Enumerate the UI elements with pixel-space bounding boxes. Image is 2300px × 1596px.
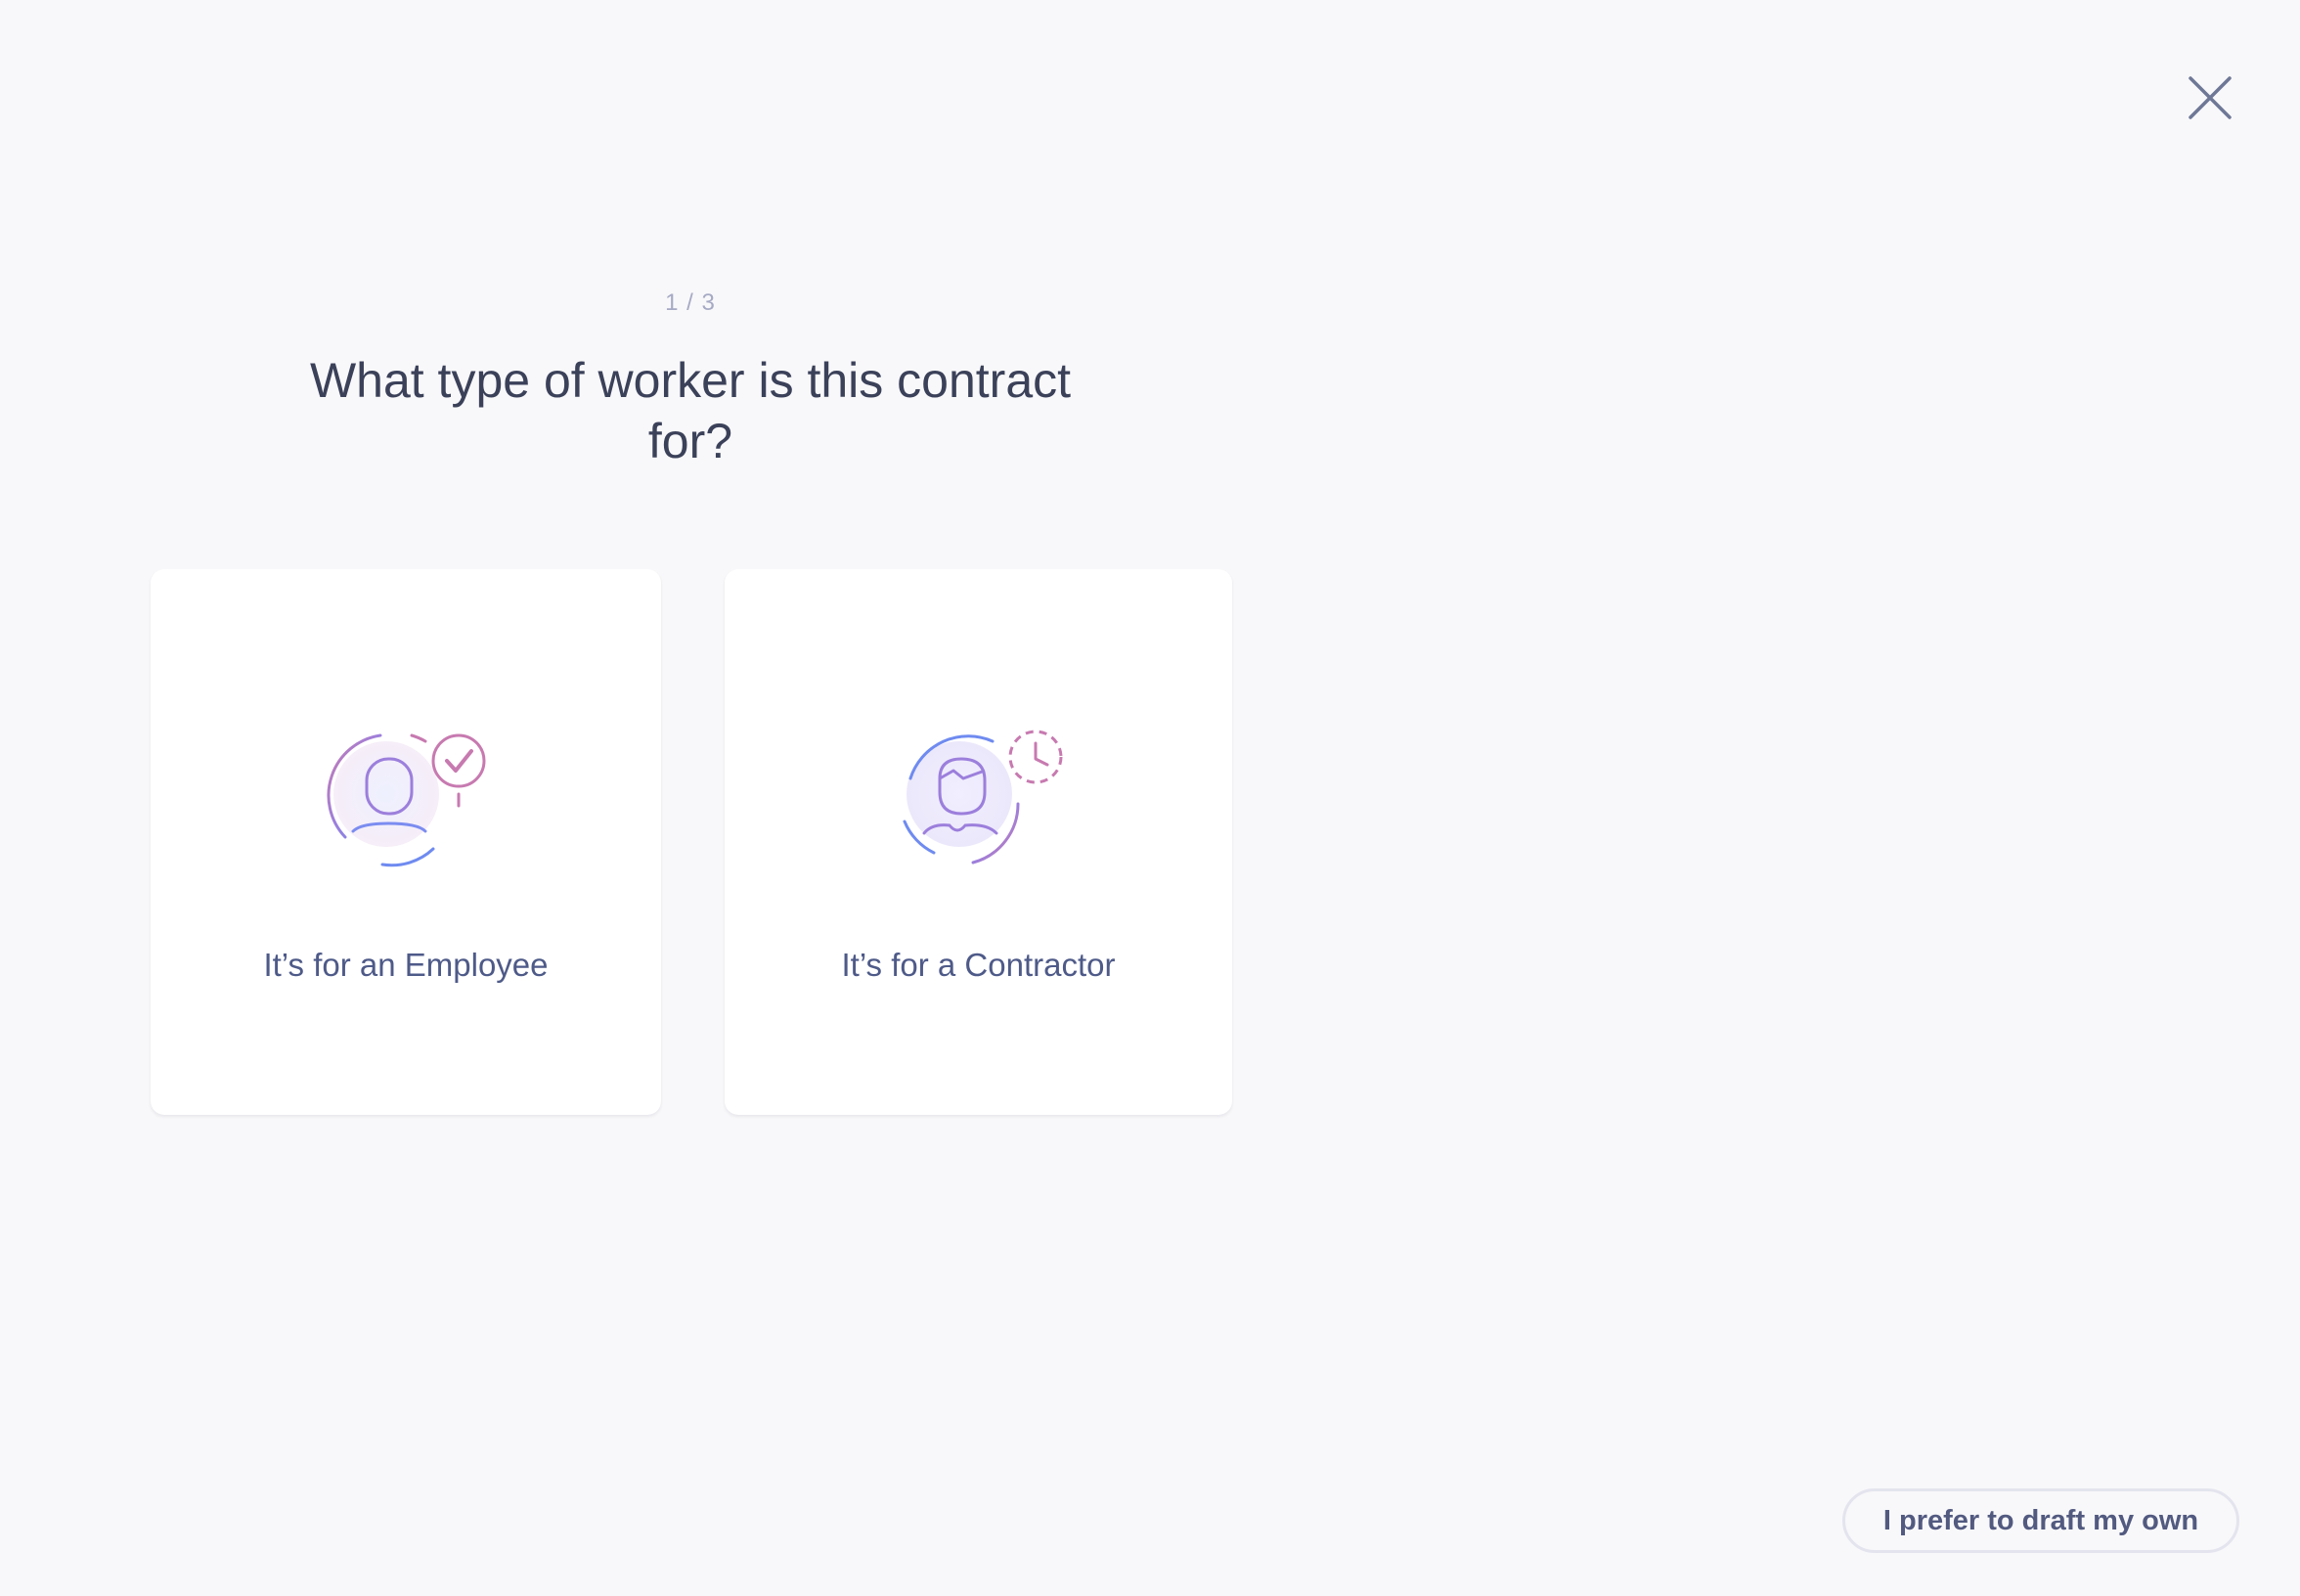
contractor-option-card[interactable]: It’s for a Contractor: [725, 569, 1232, 1115]
draft-my-own-button[interactable]: I prefer to draft my own: [1842, 1488, 2239, 1553]
contractor-option-label: It’s for a Contractor: [841, 947, 1116, 983]
contract-wizard-page: 1 / 3 What type of worker is this contra…: [0, 0, 2300, 1596]
page-title: What type of worker is this contract for…: [309, 353, 1072, 468]
employee-option-label: It’s for an Employee: [263, 947, 549, 983]
employee-check-icon: [318, 728, 513, 884]
contractor-clock-icon: [891, 728, 1086, 884]
close-button[interactable]: [2183, 70, 2237, 125]
step-counter: 1 / 3: [665, 289, 716, 316]
close-icon: [2189, 76, 2232, 119]
employee-option-card[interactable]: It’s for an Employee: [151, 569, 661, 1115]
